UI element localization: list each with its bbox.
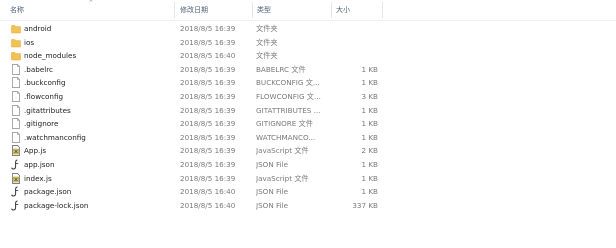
file-type: WATCHMANCO...: [256, 132, 316, 142]
file-modified-date: 2018/8/5 16:39: [180, 105, 236, 115]
file-modified-date: 2018/8/5 16:39: [180, 64, 236, 74]
file-size: [336, 22, 378, 35]
file-size: 1 KB: [361, 78, 378, 88]
file-name: package-lock.json: [24, 200, 89, 210]
column-divider[interactable]: [174, 2, 175, 18]
file-name: index.js: [24, 173, 52, 183]
column-header-size-label: 大小: [336, 6, 350, 14]
file-size: 3 KB: [361, 92, 378, 101]
file-row[interactable]: App.js 2018/8/5 16:39 JavaScript 文件 2 KB: [0, 144, 616, 157]
file-size: 2 KB: [361, 146, 378, 156]
file-modified-date: 2018/8/5 16:39: [180, 132, 236, 142]
file-row[interactable]: node_modules 2018/8/5 16:40 文件夹: [0, 49, 616, 62]
folder-icon: [11, 23, 21, 34]
file-row[interactable]: package.json 2018/8/5 16:40 JSON File 1 KB: [0, 185, 616, 198]
file-modified-date: 2018/8/5 16:39: [180, 160, 236, 169]
column-header-size[interactable]: 大小: [336, 4, 350, 16]
file-row[interactable]: .gitignore 2018/8/5 16:39 GITIGNORE 文件 1 KB: [0, 117, 616, 130]
file-name: App.js: [24, 146, 47, 156]
file-modified-date: 2018/8/5 16:39: [180, 78, 236, 88]
file-type: GITIGNORE 文件: [256, 119, 313, 129]
file-modified-date: 2018/8/5 16:40: [180, 200, 236, 210]
file-type: JSON File: [256, 187, 289, 197]
file-modified-date: 2018/8/5 16:40: [180, 187, 236, 197]
column-header-bar: ⌃ 名称 修改日期 类型 大小: [0, 0, 616, 21]
file-name: .watchmanconfig: [24, 132, 86, 142]
file-modified-date: 2018/8/5 16:39: [180, 146, 236, 156]
file-type: JSON File: [256, 160, 289, 169]
file-modified-date: 2018/8/5 16:39: [180, 92, 236, 101]
file-name: .gitignore: [24, 119, 59, 129]
file-size: [336, 36, 378, 49]
file-row[interactable]: ios 2018/8/5 16:39 文件夹: [0, 36, 616, 49]
json-file-icon: [11, 186, 21, 197]
file-modified-date: 2018/8/5 16:39: [180, 24, 236, 33]
column-header-name[interactable]: 名称: [10, 4, 24, 16]
file-size: 1 KB: [361, 119, 378, 129]
file-size: 1 KB: [361, 173, 378, 183]
file-modified-date: 2018/8/5 16:39: [180, 119, 236, 129]
file-size: 1 KB: [361, 132, 378, 142]
column-divider[interactable]: [331, 2, 332, 18]
file-modified-date: 2018/8/5 16:39: [180, 37, 236, 47]
file-type: GITATTRIBUTES ...: [256, 105, 321, 115]
folder-icon: [11, 37, 21, 48]
file-icon: [11, 77, 21, 89]
file-icon: [11, 63, 21, 75]
column-header-type[interactable]: 类型: [257, 4, 271, 16]
file-row[interactable]: .buckconfig 2018/8/5 16:39 BUCKCONFIG 文...…: [0, 76, 616, 89]
file-size: 1 KB: [361, 187, 378, 197]
file-type: JavaScript 文件: [256, 146, 309, 156]
file-size: 1 KB: [361, 105, 378, 115]
file-type: 文件夹: [256, 51, 278, 61]
file-size: 1 KB: [361, 160, 378, 169]
file-type: 文件夹: [256, 37, 278, 47]
file-name: android: [24, 24, 52, 33]
column-header-modified-label: 修改日期: [180, 6, 208, 14]
folder-icon: [11, 50, 21, 61]
file-name: .flowconfig: [24, 92, 64, 101]
file-name: node_modules: [24, 51, 77, 61]
sort-ascending-icon: ⌃: [88, 0, 94, 7]
javascript-file-icon: [11, 172, 21, 184]
json-file-icon: [11, 200, 21, 211]
file-size: 1 KB: [361, 64, 378, 74]
file-type: JSON File: [256, 200, 289, 210]
file-row[interactable]: .watchmanconfig 2018/8/5 16:39 WATCHMANCO.…: [0, 131, 616, 144]
file-name: .buckconfig: [24, 78, 66, 88]
file-type: JavaScript 文件: [256, 173, 309, 183]
column-divider[interactable]: [382, 2, 383, 18]
file-size: [336, 49, 378, 62]
file-row[interactable]: app.json 2018/8/5 16:39 JSON File 1 KB: [0, 158, 616, 171]
file-type: FLOWCONFIG 文...: [256, 92, 321, 101]
file-row[interactable]: index.js 2018/8/5 16:39 JavaScript 文件 1 KB: [0, 172, 616, 185]
file-icon: [11, 131, 21, 143]
file-row[interactable]: .flowconfig 2018/8/5 16:39 FLOWCONFIG 文...…: [0, 90, 616, 103]
file-modified-date: 2018/8/5 16:40: [180, 51, 236, 61]
file-type: BABELRC 文件: [256, 64, 306, 74]
column-header-name-label: 名称: [10, 6, 24, 14]
file-size: 337 KB: [352, 200, 378, 210]
file-icon: [11, 104, 21, 116]
column-header-type-label: 类型: [257, 6, 271, 14]
file-icon: [11, 118, 21, 130]
file-row[interactable]: .babelrc 2018/8/5 16:39 BABELRC 文件 1 KB: [0, 63, 616, 76]
file-name: package.json: [24, 187, 72, 197]
javascript-file-icon: [11, 145, 21, 157]
file-row[interactable]: .gitattributes 2018/8/5 16:39 GITATTRIBUTE…: [0, 104, 616, 117]
file-type: 文件夹: [256, 24, 278, 33]
file-row[interactable]: package-lock.json 2018/8/5 16:40 JSON File…: [0, 199, 616, 212]
column-header-modified[interactable]: 修改日期: [180, 4, 208, 16]
file-name: app.json: [24, 160, 55, 169]
file-type: BUCKCONFIG 文...: [256, 78, 320, 88]
file-name: .gitattributes: [24, 105, 71, 115]
file-row[interactable]: android 2018/8/5 16:39 文件夹: [0, 22, 616, 35]
file-icon: [11, 91, 21, 102]
file-name: .babelrc: [24, 64, 53, 74]
file-name: ios: [24, 37, 35, 47]
column-divider[interactable]: [252, 2, 253, 18]
json-file-icon: [11, 159, 21, 170]
file-modified-date: 2018/8/5 16:39: [180, 173, 236, 183]
